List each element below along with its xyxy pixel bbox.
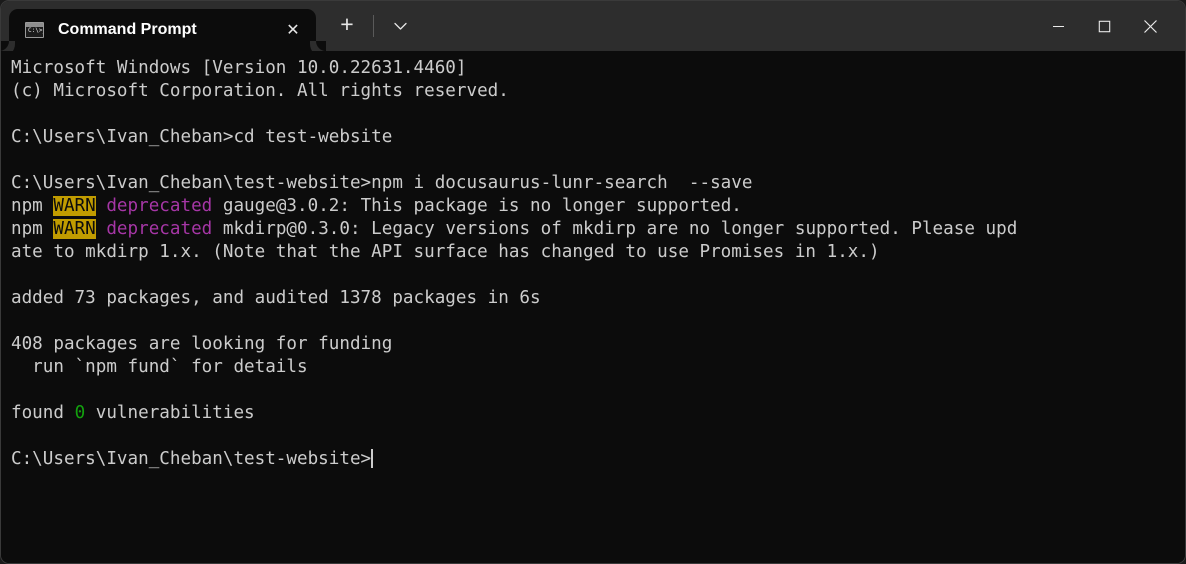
title-bar[interactable]: C:\>_ Command Prompt ✕ + xyxy=(1,1,1185,51)
terminal-line: C:\Users\Ivan_Cheban>cd test-website xyxy=(11,126,1185,149)
terminal-text: added 73 packages, and audited 1378 pack… xyxy=(11,288,541,308)
console-icon: C:\>_ xyxy=(25,22,44,38)
terminal-line: found 0 vulnerabilities xyxy=(11,402,1185,425)
tab-actions-separator xyxy=(373,15,374,37)
terminal-line: npm WARN deprecated gauge@3.0.2: This pa… xyxy=(11,195,1185,218)
close-button[interactable] xyxy=(1127,1,1173,51)
warn-badge: WARN xyxy=(53,219,96,239)
terminal-text: C:\Users\Ivan_Cheban>cd test-website xyxy=(11,127,393,147)
chevron-down-icon[interactable] xyxy=(383,11,417,41)
terminal-text: 408 packages are looking for funding xyxy=(11,334,393,354)
tab-strip: C:\>_ Command Prompt ✕ xyxy=(1,1,326,51)
terminal-text: gauge@3.0.2: This package is no longer s… xyxy=(212,196,742,216)
text-cursor xyxy=(371,449,374,468)
terminal-text: Microsoft Windows [Version 10.0.22631.44… xyxy=(11,58,467,78)
terminal-text: vulnerabilities xyxy=(85,403,255,423)
new-tab-button[interactable]: + xyxy=(330,11,364,41)
deprecated-label: deprecated xyxy=(106,219,213,239)
terminal-line: (c) Microsoft Corporation. All rights re… xyxy=(11,80,1185,103)
terminal-text: C:\Users\Ivan_Cheban\test-website> xyxy=(11,449,372,469)
console-icon-glyph: C:\>_ xyxy=(28,27,43,34)
terminal-text: npm xyxy=(11,219,54,239)
vulnerability-count: 0 xyxy=(74,403,86,423)
terminal-text: npm xyxy=(11,196,54,216)
terminal-line: C:\Users\Ivan_Cheban\test-website>npm i … xyxy=(11,172,1185,195)
terminal-text: ate to mkdirp 1.x. (Note that the API su… xyxy=(11,242,880,262)
terminal-line: C:\Users\Ivan_Cheban\test-website> xyxy=(11,448,1185,471)
maximize-button[interactable] xyxy=(1081,1,1127,51)
deprecated-label: deprecated xyxy=(106,196,213,216)
window-controls xyxy=(1035,1,1185,51)
terminal-text: run `npm fund` for details xyxy=(11,357,308,377)
terminal-line: added 73 packages, and audited 1378 pack… xyxy=(11,287,1185,310)
terminal-text: mkdirp@0.3.0: Legacy versions of mkdirp … xyxy=(212,219,1018,239)
warn-badge: WARN xyxy=(53,196,96,216)
tab-actions: + xyxy=(330,1,417,51)
terminal-line: npm WARN deprecated mkdirp@0.3.0: Legacy… xyxy=(11,218,1185,241)
minimize-button[interactable] xyxy=(1035,1,1081,51)
tab-command-prompt[interactable]: C:\>_ Command Prompt ✕ xyxy=(1,9,326,51)
terminal-output[interactable]: Microsoft Windows [Version 10.0.22631.44… xyxy=(1,51,1185,563)
terminal-text: found xyxy=(11,403,75,423)
tab-close-icon[interactable]: ✕ xyxy=(276,15,310,45)
terminal-line: 408 packages are looking for funding xyxy=(11,333,1185,356)
terminal-text: (c) Microsoft Corporation. All rights re… xyxy=(11,81,509,101)
terminal-text: C:\Users\Ivan_Cheban\test-website>npm i … xyxy=(11,173,753,193)
terminal-line: run `npm fund` for details xyxy=(11,356,1185,379)
terminal-line: Microsoft Windows [Version 10.0.22631.44… xyxy=(11,57,1185,80)
command-prompt-window: C:\>_ Command Prompt ✕ + xyxy=(0,0,1186,564)
tab-title: Command Prompt xyxy=(58,21,197,38)
terminal-line: ate to mkdirp 1.x. (Note that the API su… xyxy=(11,241,1185,264)
